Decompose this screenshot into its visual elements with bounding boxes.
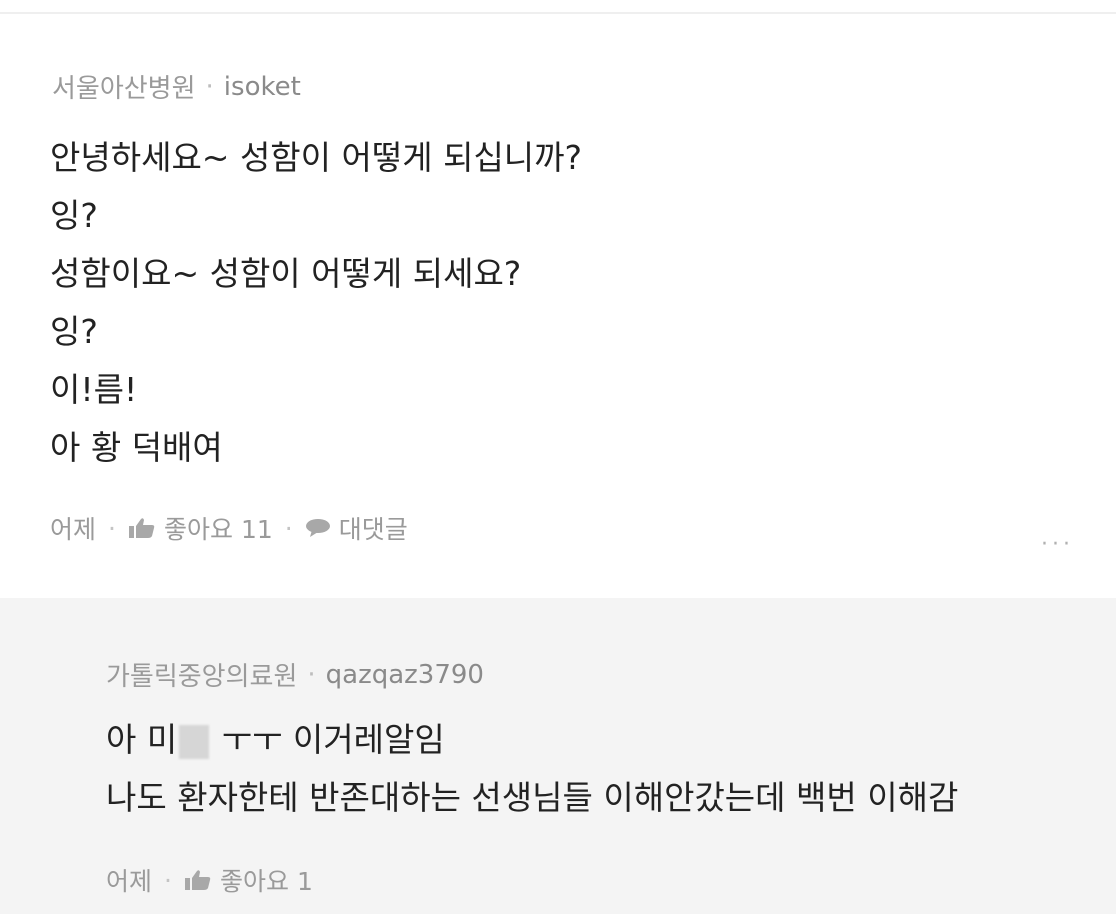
author-username[interactable]: isoket: [224, 72, 301, 102]
more-dots-icon[interactable]: ···: [1041, 532, 1074, 557]
thumbs-up-icon[interactable]: [128, 517, 156, 539]
comment-line: 아 황 덕배여: [50, 428, 223, 467]
comment-line: 잉?: [50, 196, 98, 235]
thumbs-up-icon[interactable]: [184, 869, 212, 891]
author-username[interactable]: qazqaz3790: [326, 660, 484, 690]
reply-card: 가톨릭중앙의료원 · qazqaz3790 아 미 ㅜㅜ 이거레알임 나도 환자…: [0, 598, 1116, 914]
reply-line: 아 미 ㅜㅜ 이거레알임: [106, 720, 958, 760]
reply-line-end: ㅜㅜ 이거레알임: [211, 720, 445, 759]
comment-author: 서울아산병원 · isoket: [52, 68, 301, 105]
reply-line: 나도 환자한테 반존대하는 선생님들 이해안갔는데 백번 이해감: [106, 778, 959, 817]
comment-line: 성함이요~ 성함이 어떻게 되세요?: [50, 254, 522, 293]
comment-line: 이!름!: [50, 370, 138, 409]
meta-separator: ·: [307, 659, 316, 690]
action-separator: ·: [284, 513, 293, 543]
comment-line: 안녕하세요~ 성함이 어떻게 되십니까?: [50, 138, 583, 177]
comment-actions: 어제 · 좋아요 11 · 대댓글: [50, 510, 408, 546]
comment-body: 안녕하세요~ 성함이 어떻게 되십니까? 잉? 성함이요~ 성함이 어떻게 되세…: [50, 138, 582, 468]
comment-line: 잉?: [50, 312, 98, 351]
reply-time: 어제: [106, 867, 153, 896]
like-count: 11: [240, 515, 273, 544]
action-separator: ·: [108, 513, 116, 543]
top-divider: [0, 0, 1116, 14]
reply-button[interactable]: 대댓글: [339, 510, 408, 546]
reply-author: 가톨릭중앙의료원 · qazqaz3790: [106, 656, 484, 693]
comment-time: 어제: [50, 515, 97, 544]
like-button[interactable]: 좋아요 1: [220, 862, 313, 898]
like-button[interactable]: 좋아요 11: [164, 510, 273, 546]
reply-line-start: 아 미: [106, 720, 178, 759]
like-count: 1: [296, 867, 313, 896]
censored-blur: [179, 724, 210, 759]
comment-card: 서울아산병원 · isoket 안녕하세요~ 성함이 어떻게 되십니까? 잉? …: [0, 14, 1116, 598]
reply-actions: 어제 · 좋아요 1: [106, 862, 313, 898]
like-label: 좋아요: [219, 867, 289, 896]
author-hospital: 서울아산병원: [52, 74, 196, 104]
reply-body: 아 미 ㅜㅜ 이거레알임 나도 환자한테 반존대하는 선생님들 이해안갔는데 백…: [106, 720, 958, 818]
author-hospital: 가톨릭중앙의료원: [106, 662, 298, 692]
speech-bubble-icon[interactable]: [305, 518, 331, 538]
meta-separator: ·: [205, 71, 214, 102]
action-separator: ·: [164, 865, 172, 895]
like-label: 좋아요: [163, 515, 233, 544]
